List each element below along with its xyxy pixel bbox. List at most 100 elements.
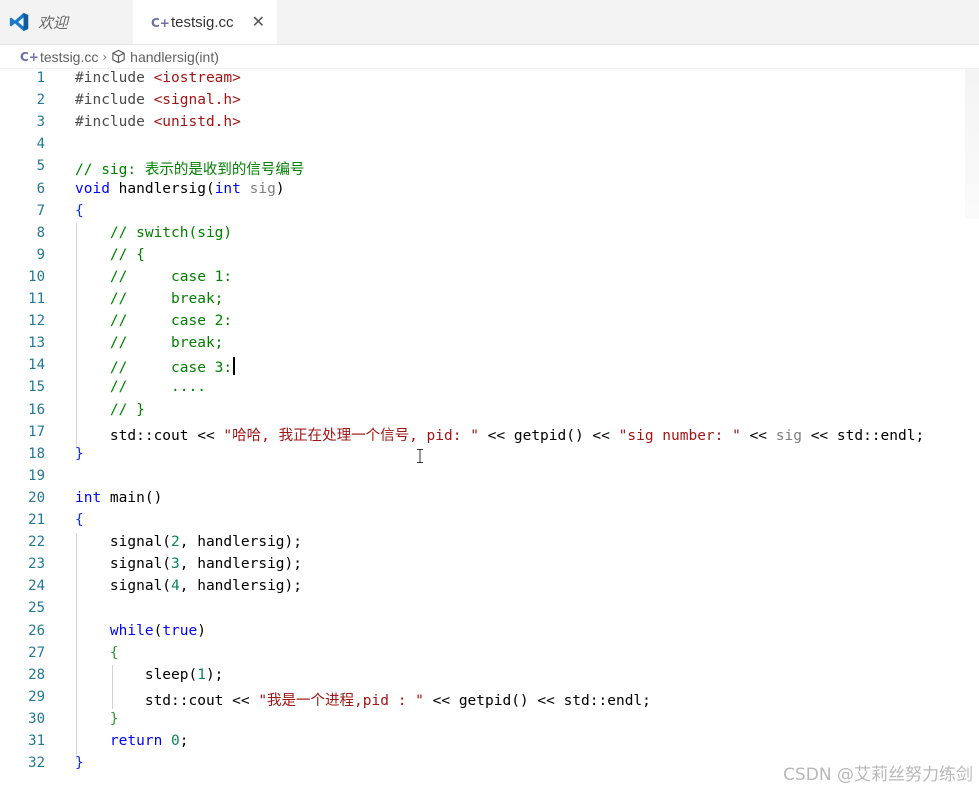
tab-testsig[interactable]: C+ testsig.cc ✕	[133, 0, 277, 44]
code-line[interactable]: 9 // {	[0, 246, 979, 268]
code-token-default: sleep(	[75, 666, 198, 683]
line-number: 6	[36, 180, 45, 197]
code-line[interactable]: 16 // }	[0, 401, 979, 423]
code-token-number: 3	[171, 556, 180, 573]
code-line[interactable]: 2 #include <signal.h>	[0, 91, 979, 113]
code-line[interactable]: 7{	[0, 202, 979, 224]
code-line[interactable]: 20 int main()	[0, 489, 979, 511]
code-token-comment: // sig: 表示的是收到的信号编号	[75, 162, 305, 179]
code-line[interactable]: 31 return 0;	[0, 732, 979, 754]
code-text: {	[75, 645, 119, 661]
line-number: 4	[36, 136, 45, 153]
code-token-default	[75, 360, 110, 376]
code-token-default: , handlersig);	[179, 556, 302, 573]
code-token-keyword: int	[75, 489, 102, 506]
line-number: 3	[36, 114, 45, 131]
line-number: 9	[36, 246, 45, 263]
code-token-comment: // }	[109, 401, 145, 418]
code-token-comment: // {	[109, 246, 145, 263]
code-token-keyword: return	[109, 733, 163, 749]
line-number: 1	[36, 70, 45, 86]
code-token-default: , handlersig);	[179, 578, 302, 595]
code-line[interactable]: 14 // case 3:	[0, 356, 979, 378]
code-token-default: (	[153, 622, 163, 639]
code-line[interactable]: 24 signal(4, handlersig);	[0, 577, 979, 599]
code-line[interactable]: 13 // break;	[0, 334, 979, 356]
code-text: std::cout << "我是一个进程,pid : " << getpid()…	[75, 689, 651, 710]
code-token-include: <signal.h>	[153, 92, 241, 109]
code-token-default	[75, 313, 110, 329]
code-text: int main()	[75, 490, 162, 506]
code-text: // ....	[75, 379, 206, 395]
code-token-number: 2	[171, 534, 180, 551]
code-token-comment: // case 3:	[109, 360, 233, 377]
code-text: std::cout << "哈哈, 我正在处理一个信号, pid: " << g…	[75, 424, 924, 445]
code-token-default: )	[197, 622, 206, 639]
code-line[interactable]: 17 std::cout << "哈哈, 我正在处理一个信号, pid: " <…	[0, 423, 979, 445]
code-line[interactable]: 27 {	[0, 644, 979, 666]
code-token-default	[75, 269, 110, 285]
code-line[interactable]: 26 while(true)	[0, 622, 979, 644]
watermark: CSDN @艾莉丝努力练剑	[783, 765, 973, 785]
tab-welcome-label: 欢迎	[38, 14, 69, 32]
line-number: 21	[28, 512, 45, 528]
code-text: signal(3, handlersig);	[75, 556, 302, 572]
code-line[interactable]: 8 // switch(sig)	[0, 224, 979, 246]
code-line[interactable]: 5 // sig: 表示的是收到的信号编号	[0, 157, 979, 179]
code-token-default: );	[205, 666, 224, 683]
code-line[interactable]: 18}	[0, 445, 979, 467]
code-line[interactable]: 12 // case 2:	[0, 312, 979, 334]
code-text: // {	[75, 247, 145, 263]
minimap[interactable]	[965, 69, 979, 219]
code-token-default	[75, 335, 110, 351]
code-text: // }	[75, 402, 145, 418]
code-line[interactable]: 19	[0, 467, 979, 489]
code-line[interactable]: 28 sleep(1);	[0, 666, 979, 688]
breadcrumb-file[interactable]: testsig.cc	[40, 49, 98, 65]
line-number: 11	[28, 291, 45, 307]
line-number: 22	[28, 534, 45, 551]
line-number: 5	[36, 158, 45, 175]
code-line[interactable]: 29 std::cout << "我是一个进程,pid : " << getpi…	[0, 688, 979, 710]
code-line[interactable]: 21 {	[0, 511, 979, 533]
ibeam-cursor-icon	[417, 449, 423, 463]
code-line[interactable]: 1 #include <iostream>	[0, 69, 979, 91]
code-token-comment: // case 2:	[109, 313, 233, 330]
code-line[interactable]: 15 // ....	[0, 378, 979, 400]
code-line[interactable]: 6 void handlersig(int sig)	[0, 180, 979, 202]
code-text: }	[75, 755, 84, 771]
code-text: return 0;	[75, 733, 189, 749]
line-number: 29	[28, 688, 45, 705]
code-line[interactable]: 25	[0, 599, 979, 621]
code-token-include: <unistd.h>	[153, 114, 241, 131]
code-text: // sig: 表示的是收到的信号编号	[75, 158, 304, 179]
code-line[interactable]: 10 // case 1:	[0, 268, 979, 290]
code-line[interactable]: 4	[0, 135, 979, 157]
code-line[interactable]: 3 #include <unistd.h>	[0, 113, 979, 135]
code-token-default: std::cout <<	[75, 427, 224, 444]
code-line[interactable]: 11 // break;	[0, 290, 979, 312]
code-line[interactable]: 22 signal(2, handlersig);	[0, 533, 979, 555]
code-text: // case 3:	[75, 357, 236, 377]
code-text: // case 1:	[75, 269, 232, 285]
code-token-default: , handlersig);	[179, 534, 302, 551]
code-token-brace: {	[75, 512, 84, 528]
code-text: #include <unistd.h>	[75, 114, 241, 130]
cpp-file-icon: C+	[20, 49, 39, 64]
tab-welcome[interactable]: 欢迎	[0, 0, 133, 44]
code-token-default	[162, 733, 171, 749]
close-tab-icon[interactable]: ✕	[252, 12, 265, 32]
code-text: }	[75, 446, 84, 462]
code-editor[interactable]: 1 #include <iostream> 2 #include <signal.h>…	[0, 69, 979, 789]
code-token-brace: {	[75, 202, 84, 219]
breadcrumb-symbol[interactable]: handlersig(int)	[130, 49, 219, 65]
code-token-brace: }	[75, 445, 84, 462]
code-line[interactable]: 30 }	[0, 710, 979, 732]
code-line[interactable]: 23 signal(3, handlersig);	[0, 555, 979, 577]
code-token-param: sig	[249, 180, 276, 197]
code-token-default	[75, 623, 110, 639]
line-number: 23	[28, 556, 45, 573]
code-token-default	[241, 181, 250, 197]
code-token-number: 0	[171, 733, 180, 749]
code-token-pre: #include	[75, 114, 154, 131]
